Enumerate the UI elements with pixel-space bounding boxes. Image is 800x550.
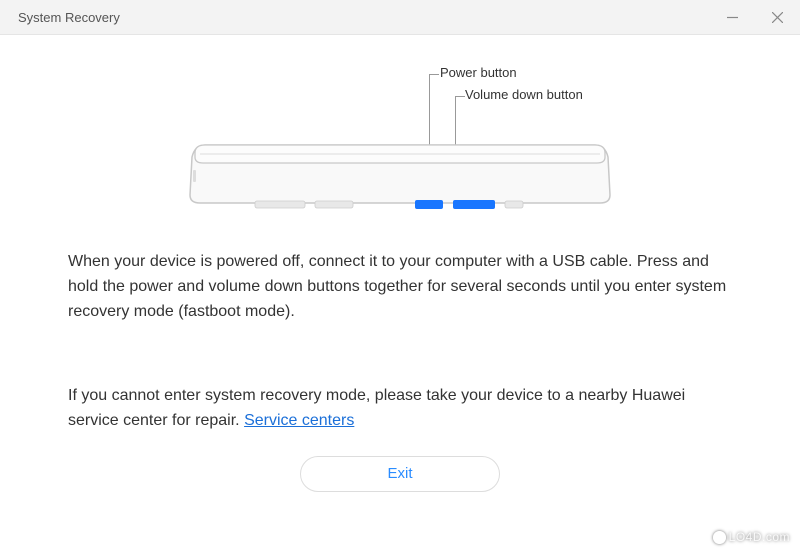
volume-button-highlight [453, 200, 495, 209]
minimize-button[interactable] [710, 0, 755, 34]
titlebar: System Recovery [0, 0, 800, 35]
close-icon [772, 12, 783, 23]
globe-icon [713, 531, 726, 544]
minimize-icon [727, 12, 738, 23]
watermark: LO4D.com [713, 530, 790, 544]
exit-button[interactable]: Exit [300, 456, 500, 492]
power-button-highlight [415, 200, 443, 209]
help-text-body: If you cannot enter system recovery mode… [68, 387, 685, 429]
instructions-text: When your device is powered off, connect… [68, 250, 732, 324]
window-title: System Recovery [18, 10, 120, 25]
phone-illustration [160, 65, 640, 220]
help-text: If you cannot enter system recovery mode… [68, 384, 732, 434]
watermark-text: LO4D.com [729, 530, 790, 544]
button-row: Exit [68, 456, 732, 492]
device-diagram: Power button Volume down button [68, 65, 732, 220]
content-area: Power button Volume down button [0, 35, 800, 492]
service-centers-link[interactable]: Service centers [244, 412, 354, 429]
window-controls [710, 0, 800, 34]
close-button[interactable] [755, 0, 800, 34]
